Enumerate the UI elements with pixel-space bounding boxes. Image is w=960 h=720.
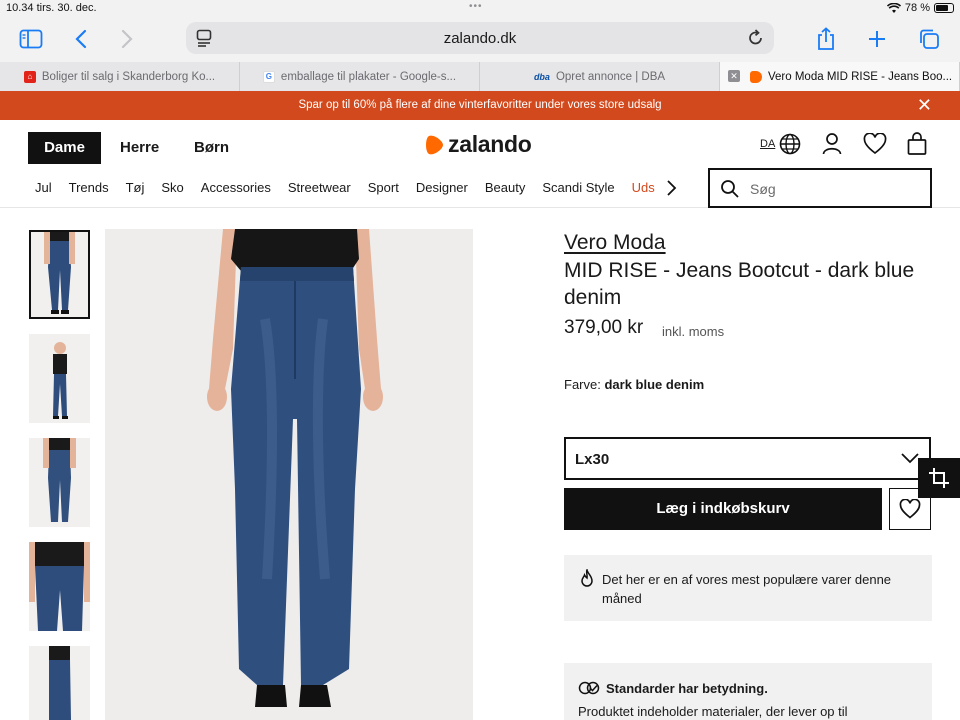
dba-favicon-icon: dba <box>533 71 550 82</box>
product-thumbnail[interactable] <box>29 438 90 527</box>
cart-icon[interactable] <box>907 132 927 156</box>
chevron-down-icon <box>901 453 919 464</box>
nav-scandi-style[interactable]: Scandi Style <box>542 180 614 197</box>
popular-text: Det her er en af vores mest populære var… <box>602 572 892 606</box>
product-main-image[interactable] <box>105 229 473 720</box>
battery-percent: 78 % <box>904 2 930 14</box>
account-icon[interactable] <box>822 132 842 156</box>
size-value: Lx30 <box>575 451 610 468</box>
back-icon[interactable] <box>66 24 96 54</box>
tab-zalando[interactable]: ✕ Vero Moda MID RISE - Jeans Boo... <box>720 62 960 91</box>
reload-icon[interactable] <box>748 29 764 52</box>
crop-icon <box>929 468 949 488</box>
logo-text: zalando <box>448 131 532 157</box>
tab-bar: ⌂ Boliger til salg i Skanderborg Ko... G… <box>0 62 960 91</box>
product-thumbnail[interactable] <box>29 230 90 319</box>
promo-text: Spar op til 60% på flere af dine vinterf… <box>298 99 662 111</box>
battery-icon <box>934 3 954 13</box>
language-selector[interactable]: DA <box>760 132 801 156</box>
wifi-icon <box>886 2 901 13</box>
size-select[interactable]: Lx30 <box>564 437 931 480</box>
zalando-favicon-icon <box>750 70 762 83</box>
share-icon[interactable] <box>811 24 841 54</box>
forward-icon[interactable] <box>112 24 142 54</box>
product-brand[interactable]: Vero Moda <box>564 231 666 255</box>
sustainability-icon <box>578 681 600 695</box>
new-tab-icon[interactable] <box>862 24 892 54</box>
nav-sko[interactable]: Sko <box>161 180 183 197</box>
status-bar: 10.34 tirs. 30. dec. ••• 78 % <box>0 0 960 18</box>
tab-title: Opret annonce | DBA <box>555 70 666 83</box>
product-thumbnail[interactable] <box>29 334 90 423</box>
globe-icon <box>779 133 801 155</box>
gender-tab-herre[interactable]: Herre <box>120 132 159 164</box>
home-favicon-icon: ⌂ <box>23 70 36 83</box>
thumbnail-image <box>44 232 75 314</box>
nav-accessories[interactable]: Accessories <box>201 180 271 197</box>
gender-tab-boern[interactable]: Børn <box>194 132 229 164</box>
multitasking-dots-icon[interactable]: ••• <box>469 1 483 12</box>
product-thumbnail[interactable] <box>29 542 90 631</box>
flame-icon <box>581 569 593 587</box>
sidebar-icon[interactable] <box>16 24 46 54</box>
product-photo <box>207 229 383 707</box>
category-nav: Jul Trends Tøj Sko Accessories Streetwea… <box>35 180 677 197</box>
tab-title: emballage til plakater - Google-s... <box>280 70 457 83</box>
vat-note: inkl. moms <box>662 324 725 339</box>
tab-title: Boliger til salg i Skanderborg Ko... <box>41 70 216 83</box>
search-input[interactable]: Søg <box>708 168 932 208</box>
nav-sport[interactable]: Sport <box>368 180 399 197</box>
nav-trends[interactable]: Trends <box>69 180 109 197</box>
thumbnail-image <box>53 342 68 419</box>
nav-jul[interactable]: Jul <box>35 180 52 197</box>
tab-overview-icon[interactable] <box>914 24 944 54</box>
standards-body: Produktet indeholder materialer, der lev… <box>578 704 848 719</box>
close-banner-icon[interactable]: ✕ <box>917 91 932 120</box>
product-thumbnail[interactable] <box>29 646 90 720</box>
color-value: dark blue denim <box>604 377 705 392</box>
gender-tab-dame[interactable]: Dame <box>28 132 101 164</box>
search-icon <box>721 180 739 198</box>
zalando-logo-icon <box>426 135 443 154</box>
add-to-cart-button[interactable]: Læg i indkøbskurv <box>564 488 882 530</box>
thumbnail-image <box>43 438 76 522</box>
google-favicon-icon: G <box>262 70 275 83</box>
thumbnail-image <box>49 646 71 720</box>
standards-title: Standarder har betydning. <box>606 681 768 696</box>
color-label: Farve: <box>564 377 601 392</box>
chevron-right-icon[interactable] <box>665 179 677 197</box>
nav-toej[interactable]: Tøj <box>126 180 145 197</box>
standards-box[interactable]: Standarder har betydning. Produktet inde… <box>564 663 932 720</box>
heart-icon <box>899 499 921 519</box>
thumbnail-image <box>29 542 90 631</box>
language-code: DA <box>760 138 776 150</box>
tab-google[interactable]: G emballage til plakater - Google-s... <box>240 62 480 91</box>
color-info: Farve: dark blue denim <box>564 377 704 392</box>
status-time: 10.34 tirs. 30. dec. <box>6 2 97 14</box>
page: 10.34 tirs. 30. dec. ••• 78 % zalando.dk <box>0 0 960 720</box>
status-right: 78 % <box>886 2 954 14</box>
tab-title: Vero Moda MID RISE - Jeans Boo... <box>768 70 953 83</box>
wishlist-icon[interactable] <box>863 132 887 156</box>
address-bar[interactable]: zalando.dk <box>186 22 774 54</box>
product-price: 379,00 kr <box>564 317 644 338</box>
tab-dba[interactable]: dba Opret annonce | DBA <box>480 62 720 91</box>
browser-toolbar: zalando.dk <box>0 18 960 62</box>
nav-udsalg[interactable]: Uds <box>632 180 655 197</box>
close-tab-icon[interactable]: ✕ <box>728 70 740 82</box>
nav-streetwear[interactable]: Streetwear <box>288 180 351 197</box>
site-header: Dame Herre Børn zalando DA Jul Trends Tø… <box>0 120 960 208</box>
search-placeholder: Søg <box>750 181 776 197</box>
url-text: zalando.dk <box>443 30 517 47</box>
tab-boliger[interactable]: ⌂ Boliger til salg i Skanderborg Ko... <box>0 62 240 91</box>
zalando-logo[interactable]: zalando <box>424 131 532 158</box>
screenshot-crop-button[interactable] <box>918 458 960 498</box>
popular-notice: Det her er en af vores mest populære var… <box>564 555 932 621</box>
promo-banner[interactable]: Spar op til 60% på flere af dine vinterf… <box>0 91 960 120</box>
nav-beauty[interactable]: Beauty <box>485 180 525 197</box>
product-name: MID RISE - Jeans Bootcut - dark blue den… <box>564 259 915 309</box>
nav-designer[interactable]: Designer <box>416 180 468 197</box>
